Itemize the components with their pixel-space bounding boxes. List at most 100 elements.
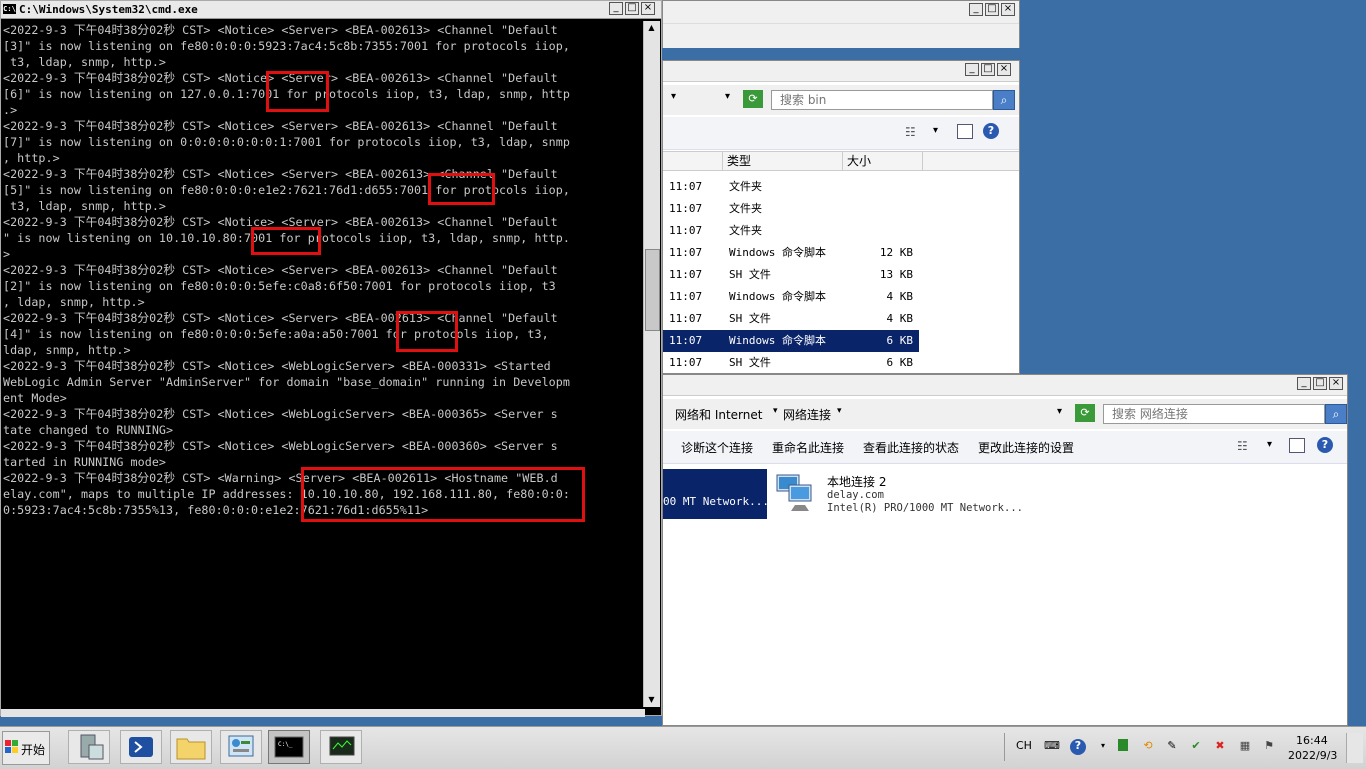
- command-bar: 诊断这个连接 重命名此连接 查看此连接的状态 更改此连接的设置 ☷ ▾ ?: [663, 431, 1347, 464]
- control-panel-button[interactable]: [220, 730, 262, 764]
- column-header-extra[interactable]: [923, 151, 1019, 171]
- maximize-button[interactable]: □: [625, 2, 639, 15]
- maximize-button[interactable]: □: [981, 63, 995, 76]
- chevron-down-icon[interactable]: ▾: [725, 91, 730, 102]
- column-header-type[interactable]: 类型: [723, 151, 843, 171]
- highlight-box: [428, 173, 495, 205]
- start-button[interactable]: 开始: [2, 731, 50, 765]
- scroll-down-arrow[interactable]: ▼: [644, 693, 659, 707]
- file-row[interactable]: 11:07 SH 文件 4 KB: [663, 308, 919, 330]
- file-row[interactable]: 11:07 Windows 命令脚本 4 KB: [663, 286, 919, 308]
- diagnose-connection-button[interactable]: 诊断这个连接: [681, 439, 753, 456]
- address-bar[interactable]: ▾ ▾ ⟳ ⌕: [663, 85, 1019, 115]
- adapter-item-local-2[interactable]: 本地连接 2 delay.com Intel(R) PRO/1000 MT Ne…: [773, 469, 1023, 519]
- show-desktop-button[interactable]: [1346, 733, 1363, 763]
- help-icon[interactable]: ?: [1070, 739, 1086, 755]
- action-center-icon[interactable]: ▦: [1238, 739, 1252, 753]
- file-row[interactable]: 11:07 文件夹: [663, 198, 919, 220]
- flag-icon[interactable]: ⚑: [1262, 739, 1276, 753]
- file-size: 4 KB: [886, 290, 914, 303]
- chevron-down-icon[interactable]: ▾: [933, 125, 938, 136]
- minimize-button[interactable]: _: [609, 2, 623, 15]
- refresh-icon[interactable]: ⟳: [743, 90, 763, 108]
- cmd-hscroll[interactable]: [1, 709, 645, 717]
- file-type: 文件夹: [729, 224, 762, 237]
- file-type: SH 文件: [729, 312, 771, 325]
- view-options-icon[interactable]: ☷: [905, 125, 916, 139]
- close-button[interactable]: ×: [997, 63, 1011, 76]
- scroll-up-arrow[interactable]: ▲: [644, 21, 659, 35]
- clock-date[interactable]: 2022/9/3: [1288, 749, 1337, 762]
- address-bar[interactable]: 网络和 Internet ▾ 网络连接 ▾ ▾ ⟳ ⌕: [663, 399, 1347, 429]
- file-type: Windows 命令脚本: [729, 290, 826, 303]
- help-icon[interactable]: ?: [983, 123, 999, 139]
- file-row[interactable]: 11:07 SH 文件 13 KB: [663, 264, 919, 286]
- minimize-button[interactable]: _: [1297, 377, 1311, 390]
- cmd-scrollbar[interactable]: ▲ ▼: [643, 21, 660, 707]
- cmd-titlebar[interactable]: C:\ C:\Windows\System32\cmd.exe: [1, 1, 661, 19]
- chevron-down-icon[interactable]: ▾: [671, 91, 676, 102]
- highlight-box: [301, 467, 585, 522]
- status-indicator-icon[interactable]: [1118, 739, 1128, 751]
- file-row[interactable]: 11:07 SH 文件 6 KB: [663, 352, 919, 373]
- file-row[interactable]: 11:07 Windows 命令脚本 12 KB: [663, 242, 919, 264]
- search-input[interactable]: [771, 90, 993, 110]
- explorer-window-back[interactable]: _ □ ×: [662, 0, 1020, 48]
- column-header-size[interactable]: 大小: [843, 151, 923, 171]
- update-icon[interactable]: ⟲: [1141, 739, 1155, 753]
- security-icon[interactable]: ✔: [1189, 739, 1203, 753]
- preview-pane-icon[interactable]: [957, 124, 973, 139]
- language-indicator[interactable]: CH: [1016, 739, 1032, 752]
- chevron-down-icon[interactable]: ▾: [773, 406, 778, 416]
- help-icon[interactable]: ?: [1317, 437, 1333, 453]
- maximize-button[interactable]: □: [985, 3, 999, 16]
- keyboard-icon[interactable]: ⌨: [1044, 739, 1060, 753]
- cmd-taskbar-button[interactable]: C:\_: [268, 730, 310, 764]
- search-input[interactable]: [1103, 404, 1325, 424]
- breadcrumb-network-connections[interactable]: 网络连接: [783, 406, 831, 423]
- file-row[interactable]: 11:07 Windows 命令脚本 6 KB: [663, 330, 919, 352]
- rename-connection-button[interactable]: 重命名此连接: [772, 439, 844, 456]
- explorer-window-bin[interactable]: _ □ × ▾ ▾ ⟳ ⌕ ☷ ▾ ? 类型 大小 11:07 文件夹 11:07 文…: [662, 60, 1020, 374]
- window-titlebar[interactable]: [663, 375, 1347, 396]
- tool-icon[interactable]: ✎: [1165, 739, 1179, 753]
- minimize-button[interactable]: _: [969, 3, 983, 16]
- file-type: SH 文件: [729, 356, 771, 369]
- close-button[interactable]: ×: [1329, 377, 1343, 390]
- maximize-button[interactable]: □: [1313, 377, 1327, 390]
- explorer-button[interactable]: [170, 730, 212, 764]
- file-row[interactable]: 11:07 文件夹: [663, 220, 919, 242]
- refresh-icon[interactable]: ⟳: [1075, 404, 1095, 422]
- chevron-down-icon[interactable]: ▾: [1096, 739, 1110, 753]
- explorer-window-network[interactable]: _ □ × 网络和 Internet ▾ 网络连接 ▾ ▾ ⟳ ⌕ 诊断这个连接…: [662, 374, 1348, 726]
- search-icon[interactable]: ⌕: [1325, 404, 1347, 424]
- svg-text:C:\_: C:\_: [278, 741, 293, 748]
- view-options-icon[interactable]: ☷: [1237, 439, 1248, 453]
- search-icon[interactable]: ⌕: [993, 90, 1015, 110]
- column-header-date[interactable]: [663, 151, 723, 171]
- control-panel-icon: [228, 735, 254, 757]
- cmd-window[interactable]: C:\ C:\Windows\System32\cmd.exe _ □ × <2…: [0, 0, 662, 717]
- scroll-thumb[interactable]: [645, 249, 660, 331]
- chevron-down-icon[interactable]: ▾: [837, 406, 842, 416]
- preview-pane-icon[interactable]: [1289, 438, 1305, 453]
- close-button[interactable]: ×: [1001, 3, 1015, 16]
- cmd-line: t3, ldap, snmp, http.>: [3, 199, 166, 213]
- breadcrumb-network-internet[interactable]: 网络和 Internet: [675, 406, 762, 423]
- highlight-box: [266, 71, 329, 112]
- network-adapter-icon: [776, 474, 812, 511]
- clock-time[interactable]: 16:44: [1296, 734, 1328, 747]
- close-button[interactable]: ×: [641, 2, 655, 15]
- chevron-down-icon[interactable]: ▾: [1267, 439, 1272, 450]
- network-error-icon[interactable]: ✖: [1213, 739, 1227, 753]
- server-manager-button[interactable]: [68, 730, 110, 764]
- chevron-down-icon[interactable]: ▾: [1057, 406, 1062, 417]
- file-row[interactable]: 11:07 文件夹: [663, 176, 919, 198]
- monitor-app-button[interactable]: [320, 730, 362, 764]
- adapter-item-selected[interactable]: 00 MT Network...: [663, 469, 769, 519]
- file-list: 11:07 文件夹 11:07 文件夹 11:07 文件夹 11:07 Windows 命令脚…: [663, 176, 1019, 373]
- minimize-button[interactable]: _: [965, 63, 979, 76]
- change-settings-button[interactable]: 更改此连接的设置: [978, 439, 1074, 456]
- powershell-button[interactable]: [120, 730, 162, 764]
- view-status-button[interactable]: 查看此连接的状态: [863, 439, 959, 456]
